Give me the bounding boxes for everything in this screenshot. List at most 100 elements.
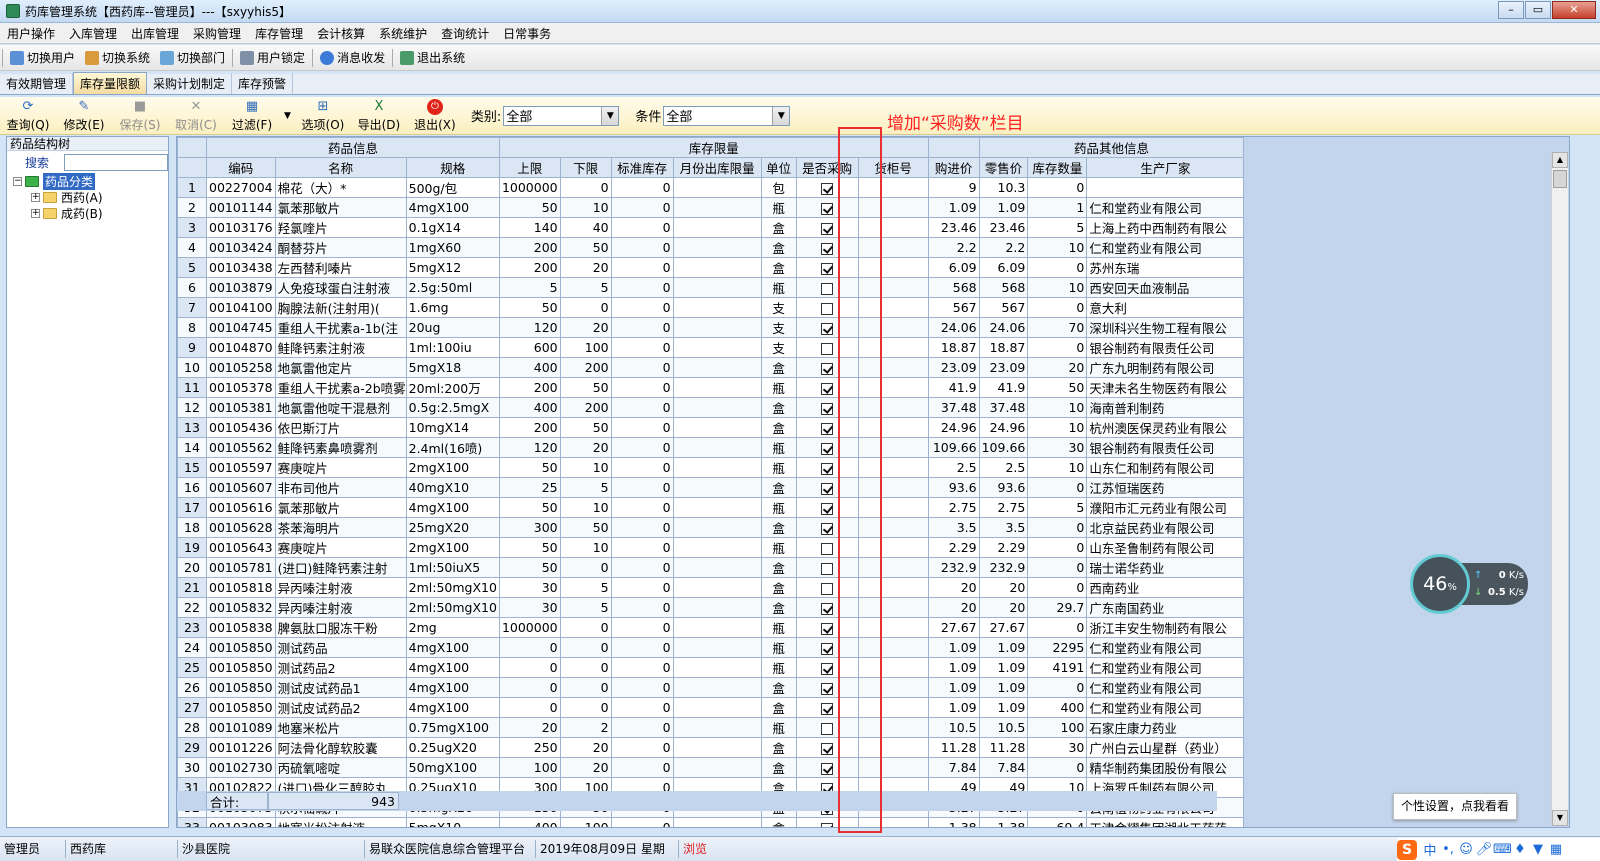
purchase-checkbox-cell[interactable] xyxy=(795,537,859,558)
table-row[interactable]: 13 00105436 依巴斯汀片 10mgX14 200 50 0 盒 24.96 24.96 1… xyxy=(177,417,1245,438)
purchase-checkbox-cell[interactable] xyxy=(795,297,859,318)
checkbox[interactable] xyxy=(821,642,834,655)
menu-inventory[interactable]: 库存管理 xyxy=(248,25,310,42)
export-button[interactable]: X 导出(D) xyxy=(351,99,407,133)
purchase-checkbox-cell[interactable] xyxy=(795,277,859,298)
menu-purchase[interactable]: 采购管理 xyxy=(186,25,248,42)
purchase-checkbox-cell[interactable] xyxy=(795,577,859,598)
condition-select[interactable]: 全部 ▼ xyxy=(663,105,791,126)
table-row[interactable]: 10 00105258 地氯雷他定片 5mgX18 400 200 0 盒 23.09 23.09… xyxy=(177,357,1245,378)
column-header[interactable]: 月份出库限量 xyxy=(672,157,762,178)
purchase-checkbox-cell[interactable] xyxy=(795,637,859,658)
options-button[interactable]: ⊞ 选项(O) xyxy=(295,99,351,133)
table-row[interactable]: 20 00105781 (进口)鲑降钙素注射 1ml:50iuX5 50 0 0 盒 232.9… xyxy=(177,557,1245,578)
keyboard-icon[interactable]: ⌨ xyxy=(1493,842,1512,857)
checkbox[interactable] xyxy=(821,302,834,315)
emoji-icon[interactable]: ☺ xyxy=(1457,842,1475,857)
checkbox[interactable] xyxy=(821,582,834,595)
tab-expiry[interactable]: 有效期管理 xyxy=(0,73,74,94)
table-row[interactable]: 15 00105597 赛庚啶片 2mgX100 50 10 0 瓶 2.5 2.5 10 山东仁和制… xyxy=(177,457,1245,478)
maximize-button[interactable]: ▭ xyxy=(1525,1,1551,19)
purchase-checkbox-cell[interactable] xyxy=(795,257,859,278)
purchase-checkbox-cell[interactable] xyxy=(795,657,859,678)
menu-system[interactable]: 系统维护 xyxy=(372,25,434,42)
menu-stock-in[interactable]: 入库管理 xyxy=(62,25,124,42)
save-button[interactable]: ■ 保存(S) xyxy=(112,99,168,133)
filter-dropdown-icon[interactable]: ▼ xyxy=(284,111,291,121)
column-header[interactable]: 名称 xyxy=(274,157,407,178)
checkbox[interactable] xyxy=(821,482,834,495)
checkbox[interactable] xyxy=(821,442,834,455)
table-row[interactable]: 27 00105850 测试皮试药品2 4mgX100 0 0 0 盒 1.09 1.09 400 仁… xyxy=(177,697,1245,718)
sogou-logo-icon[interactable]: S xyxy=(1397,839,1417,860)
purchase-checkbox-cell[interactable] xyxy=(795,717,859,738)
checkbox[interactable] xyxy=(821,362,834,375)
checkbox[interactable] xyxy=(821,382,834,395)
edit-button[interactable]: ✎ 修改(E) xyxy=(56,99,112,133)
purchase-checkbox-cell[interactable] xyxy=(795,317,859,338)
tab-stock-warning[interactable]: 库存预警 xyxy=(232,73,294,94)
filter-button[interactable]: ▦ 过滤(F) xyxy=(224,99,280,133)
collapse-icon[interactable]: − xyxy=(13,176,22,186)
table-row[interactable]: 21 00105818 异丙嗪注射液 2ml:50mgX10 30 5 0 盒 20 20 0 西南药… xyxy=(177,577,1245,598)
table-row[interactable]: 3 00103176 羟氯喹片 0.1gX14 140 40 0 盒 23.46 23.46 5 上海… xyxy=(177,217,1245,238)
checkbox[interactable] xyxy=(821,722,834,735)
table-row[interactable]: 12 00105381 地氯雷他啶干混悬剂 0.5g:2.5mgX 400 200 0 盒 37… xyxy=(177,397,1245,418)
cancel-button[interactable]: ✕ 取消(C) xyxy=(168,99,224,133)
switch-system-button[interactable]: 切换系统 xyxy=(80,49,155,66)
column-header[interactable]: 标准库存 xyxy=(610,157,674,178)
purchase-checkbox-cell[interactable] xyxy=(795,437,859,458)
tree-node-root[interactable]: − 药品分类 xyxy=(13,172,168,190)
checkbox[interactable] xyxy=(821,622,834,635)
checkbox[interactable] xyxy=(821,402,834,415)
switch-user-button[interactable]: 切换用户 xyxy=(5,49,80,66)
column-header[interactable]: 是否采购 xyxy=(795,157,859,178)
column-header[interactable]: 购进价 xyxy=(927,157,980,178)
tree-node-western[interactable]: + 西药(A) xyxy=(13,189,168,205)
checkbox[interactable] xyxy=(821,502,834,515)
table-row[interactable]: 4 00103424 酮替芬片 1mgX60 200 50 0 盒 2.2 2.2 10 仁和堂药业有… xyxy=(177,237,1245,258)
table-row[interactable]: 30 00102730 丙硫氧嘧啶 50mgX100 100 20 0 盒 7.84 7.84 0 精… xyxy=(177,757,1245,778)
expand-icon[interactable]: + xyxy=(31,208,40,218)
checkbox[interactable] xyxy=(821,342,834,355)
table-row[interactable]: 16 00105607 非布司他片 40mgX10 25 5 0 盒 93.6 93.6 0 江苏恒瑞… xyxy=(177,477,1245,498)
skin-icon[interactable]: ♦ xyxy=(1511,842,1529,857)
purchase-checkbox-cell[interactable] xyxy=(795,677,859,698)
menu-accounting[interactable]: 会计核算 xyxy=(310,25,372,42)
menu-stock-out[interactable]: 出库管理 xyxy=(124,25,186,42)
minimize-button[interactable]: – xyxy=(1498,1,1524,19)
table-row[interactable]: 11 00105378 重组人干扰素a-2b喷雾 20ml:200万 200 50 0 瓶 41… xyxy=(177,377,1245,398)
checkbox[interactable] xyxy=(821,182,834,195)
tab-stock-limit[interactable]: 库存量限额 xyxy=(73,72,148,94)
exit-button[interactable]: ⏻ 退出(X) xyxy=(407,98,463,133)
column-header[interactable]: 库存数量 xyxy=(1027,157,1088,178)
shirt-icon[interactable]: ▼ xyxy=(1529,842,1547,857)
column-header[interactable]: 生产厂家 xyxy=(1086,157,1245,178)
table-row[interactable]: 18 00105628 茶苯海明片 25mgX20 300 50 0 盒 3.5 3.5 0 北京益民… xyxy=(177,517,1245,538)
ime-mode[interactable]: 中 xyxy=(1421,840,1439,859)
toolbox-icon[interactable]: ▦ xyxy=(1547,842,1565,857)
column-header[interactable]: 零售价 xyxy=(978,157,1029,178)
column-header[interactable]: 下限 xyxy=(559,157,612,178)
checkbox[interactable] xyxy=(821,222,834,235)
table-row[interactable]: 6 00103879 人免疫球蛋白注射液 2.5g:50ml 5 5 0 瓶 568 568 10 西… xyxy=(177,277,1245,298)
switch-department-button[interactable]: 切换部门 xyxy=(155,49,230,66)
close-button[interactable]: ✕ xyxy=(1552,1,1596,19)
scroll-down-icon[interactable]: ▼ xyxy=(1552,810,1568,826)
microphone-icon[interactable]: 🎤︎ xyxy=(1475,842,1493,857)
menu-daily[interactable]: 日常事务 xyxy=(496,25,558,42)
checkbox[interactable] xyxy=(821,762,834,775)
purchase-checkbox-cell[interactable] xyxy=(795,517,859,538)
tree-node-patent[interactable]: + 成药(B) xyxy=(13,205,168,221)
table-row[interactable]: 3300103083地塞米松注射液5mgX104001000盒1.381.386… xyxy=(177,817,1245,827)
table-row[interactable]: 19 00105643 赛庚啶片 2mgX100 50 10 0 瓶 2.29 2.29 0 山东圣鲁… xyxy=(177,537,1245,558)
purchase-checkbox-cell[interactable] xyxy=(795,377,859,398)
table-row[interactable]: 9 00104870 鲑降钙素注射液 1ml:100iu 600 100 0 支 18.87 18… xyxy=(177,337,1245,358)
purchase-checkbox-cell[interactable] xyxy=(795,337,859,358)
purchase-checkbox-cell[interactable] xyxy=(795,217,859,238)
lock-user-button[interactable]: 用户锁定 xyxy=(235,49,310,66)
table-row[interactable]: 26 00105850 测试皮试药品1 4mgX100 0 0 0 盒 1.09 1.09 0 仁和堂… xyxy=(177,677,1245,698)
purchase-checkbox-cell[interactable] xyxy=(795,757,859,778)
table-row[interactable]: 24 00105850 测试药品 4mgX100 0 0 0 瓶 1.09 1.09 2295 仁和堂… xyxy=(177,637,1245,658)
column-header[interactable] xyxy=(177,157,207,178)
